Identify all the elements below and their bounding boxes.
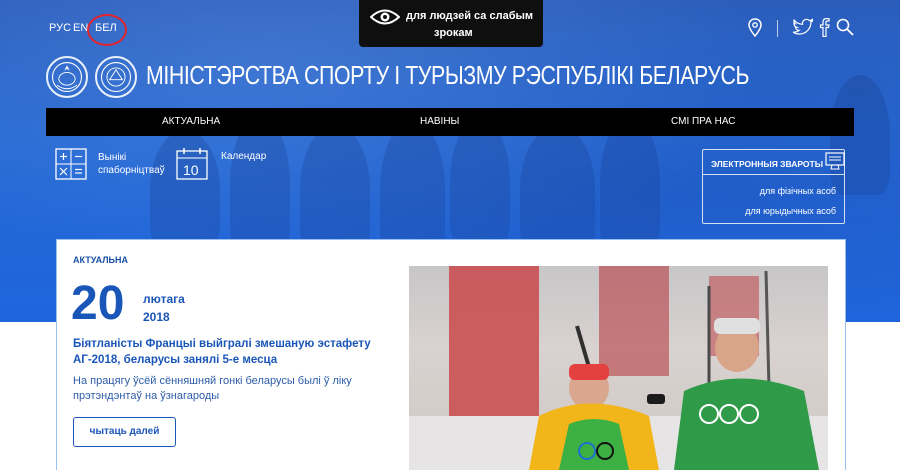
nav-item-news[interactable]: НАВІНЫ [420,116,459,127]
low-vision-label-line2: зрокам [434,27,473,39]
results-label-line1: Вынікі [98,152,127,163]
site-title[interactable]: МІНІСТЭРСТВА СПОРТУ І ТУРЫЗМУ РЭСПУБЛІКІ… [146,60,749,91]
calculator-icon [55,148,87,180]
calendar-label: Календар [221,151,267,162]
twitter-icon[interactable] [793,18,813,36]
state-emblem-icon [46,56,88,98]
location-pin-icon[interactable] [748,18,762,38]
low-vision-button[interactable]: для людзей са слабым зрокам [359,0,543,47]
news-lead: На працягу ўсёй сённяшняй гонкі беларусы… [73,375,352,402]
news-photo[interactable] [409,266,828,470]
low-vision-label-line1: для людзей са слабым [406,10,534,22]
read-more-button[interactable]: чытаць далей [73,417,176,447]
results-label-line2: спаборніцтваў [98,165,165,176]
results-link[interactable]: Вынікі спаборніцтваў [55,148,167,184]
eye-icon [370,9,400,25]
nav-item-actual[interactable]: АКТУАЛЬНА [162,116,220,127]
biathlon-photo [409,266,828,470]
news-section-label: АКТУАЛЬНА [73,255,129,265]
news-date-day: 20 [71,277,125,330]
search-icon[interactable] [836,18,854,36]
calendar-day-number: 10 [183,162,199,178]
news-date-year: 2018 [143,310,170,324]
active-language-highlight [87,14,127,46]
e-appeals-title: ЭЛЕКТРОННЫЯ ЗВАРОТЫ [711,159,824,169]
lang-ru-link[interactable]: РУС [49,22,71,34]
nav-item-media[interactable]: СМІ ПРА НАС [671,116,736,127]
calendar-link[interactable]: 10 Календар [176,147,271,183]
facebook-icon[interactable] [819,18,831,37]
ministry-emblem-icon [95,56,137,98]
news-date-month: лютага [143,292,185,306]
e-appeals-divider [703,174,844,175]
main-nav: АКТУАЛЬНА НАВІНЫ СМІ ПРА НАС [46,108,854,136]
e-appeals-legal-link[interactable]: для юрыдычных асоб [745,206,836,216]
e-appeals-individuals-link[interactable]: для фізічных асоб [760,186,836,196]
lang-en-link[interactable]: EN [73,22,88,34]
monitor-icon [825,152,845,170]
news-headline[interactable]: Біятланісты Францыі выйгралі змешаную эс… [73,336,401,368]
e-appeals-panel: ЭЛЕКТРОННЫЯ ЗВАРОТЫ для фізічных асоб дл… [702,149,845,224]
icon-divider [777,20,778,37]
